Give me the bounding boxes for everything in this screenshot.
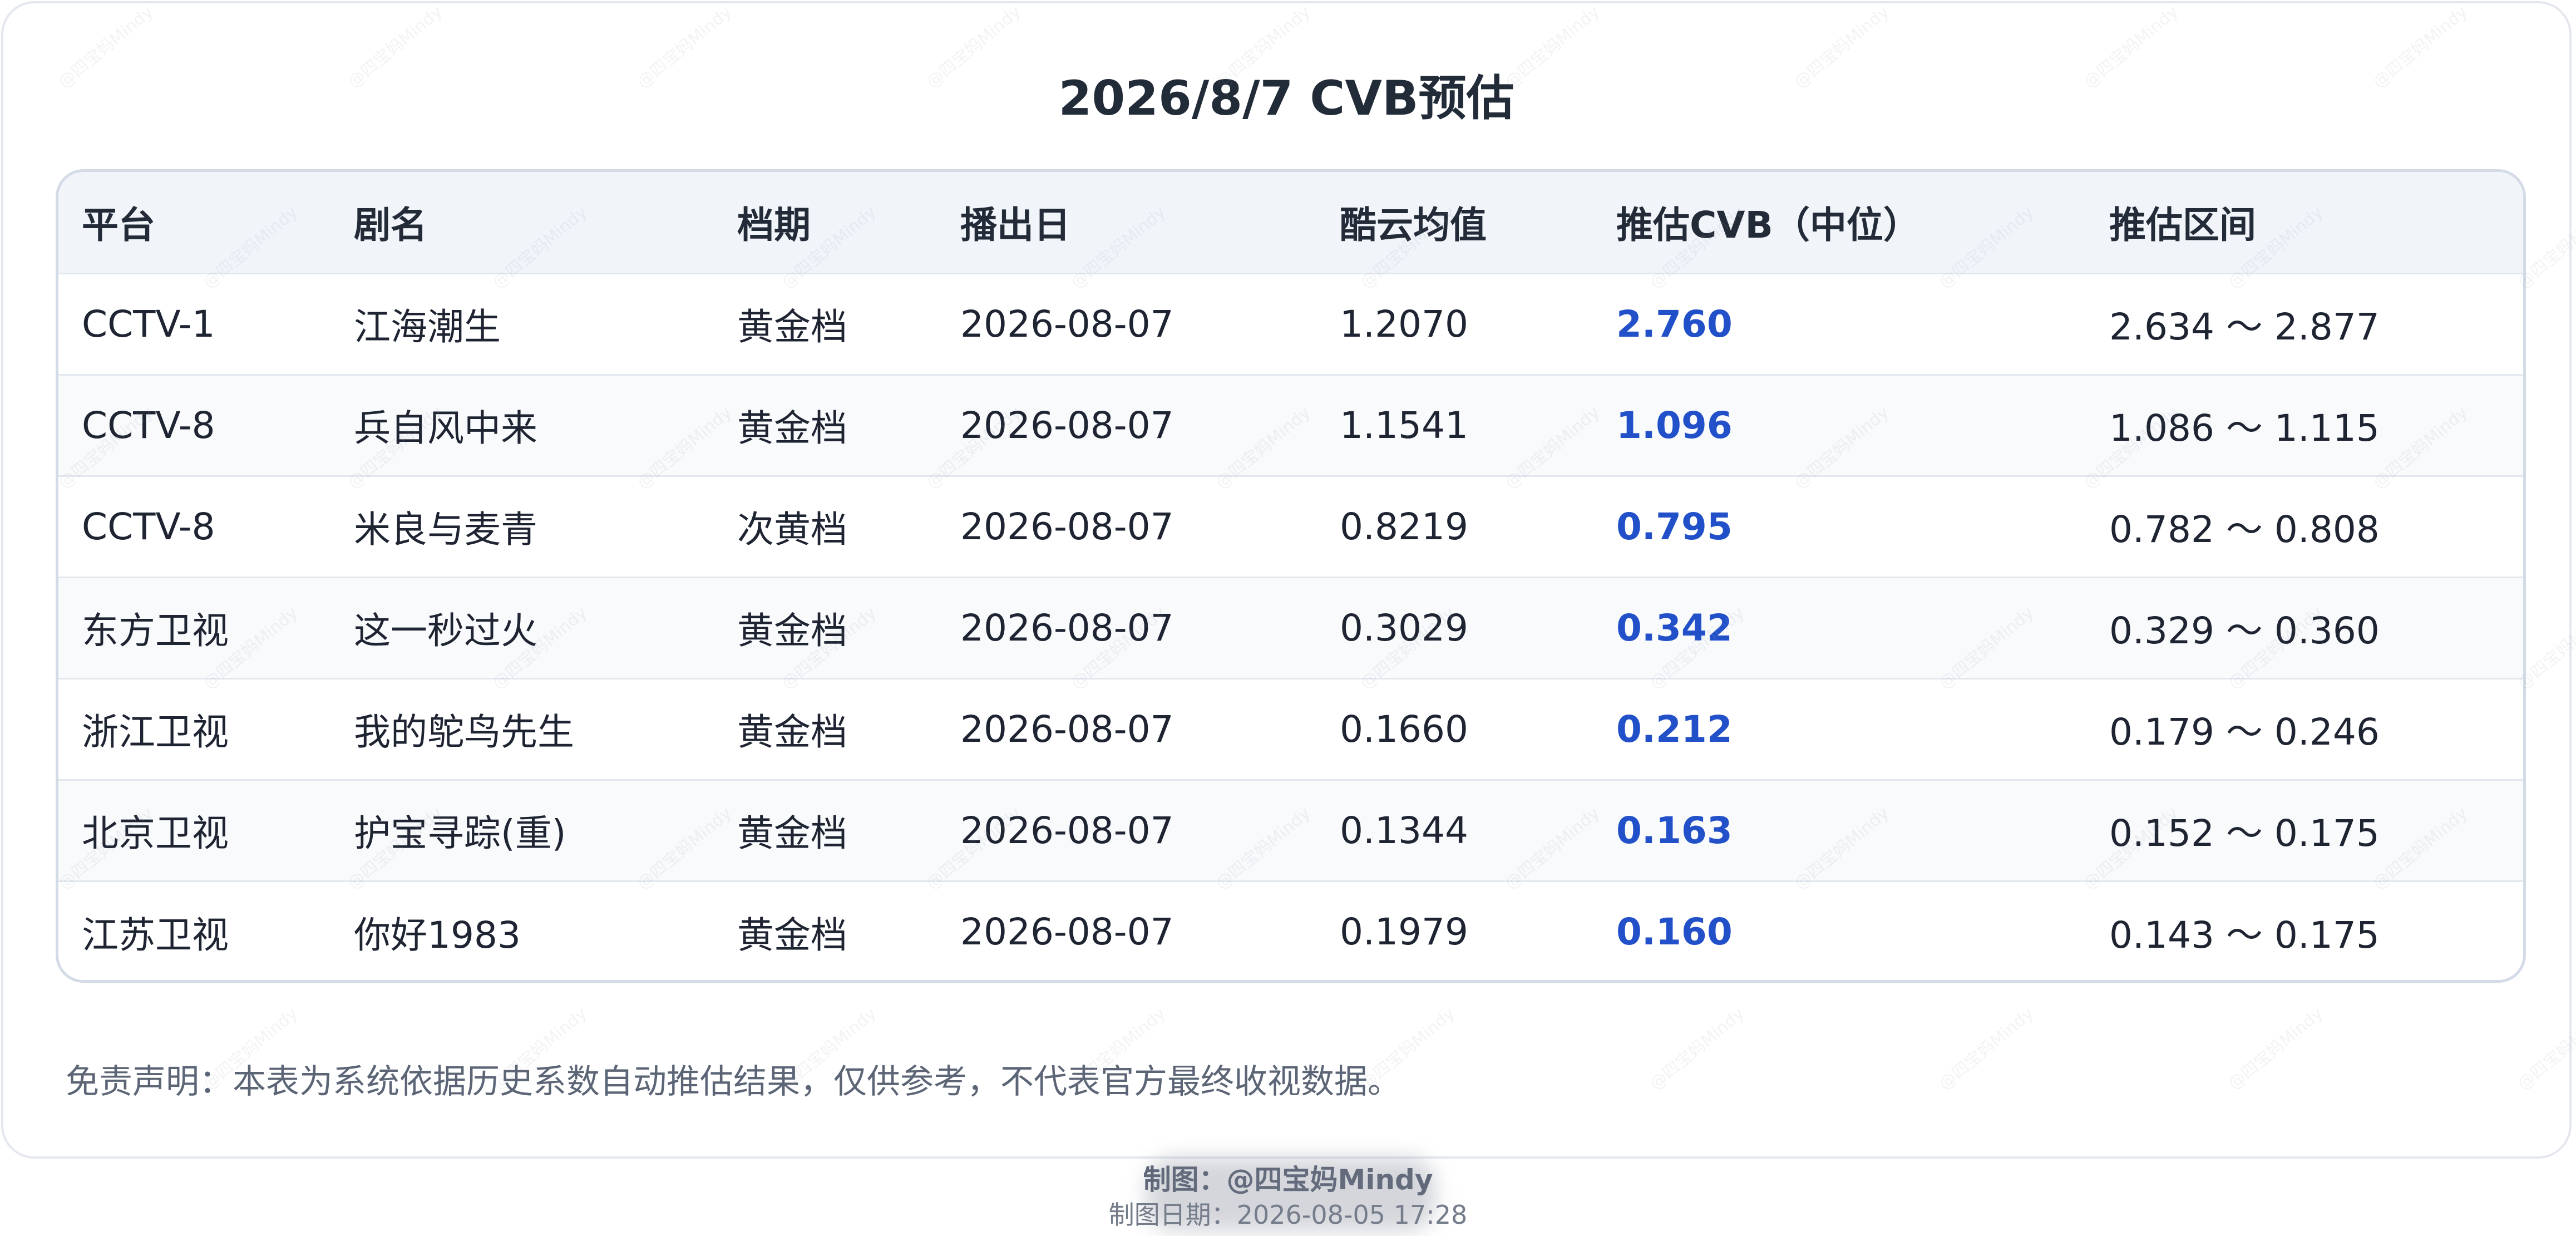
header-cvb-median: 推估CVB（中位）: [1593, 172, 2086, 274]
cell-platform: CCTV-8: [58, 476, 330, 578]
table-row: CCTV-1 江海潮生 黄金档 2026-08-07 1.2070 2.760 …: [58, 273, 2523, 376]
cell-platform: CCTV-8: [58, 375, 330, 477]
report-card: 2026/8/7 CVB预估 平台 剧名 档期 播出日 酷云均值 推估CVB（中…: [1, 1, 2572, 1159]
cell-drama: 护宝寻踪(重): [330, 780, 714, 882]
cell-slot: 黄金档: [714, 780, 937, 882]
cell-air-date: 2026-08-07: [937, 476, 1316, 578]
cell-air-date: 2026-08-07: [960, 910, 1174, 954]
cell-slot: 次黄档: [714, 476, 937, 578]
cell-slot: 黄金档: [714, 375, 937, 477]
header-kuyun-avg: 酷云均值: [1316, 172, 1593, 274]
cell-cvb-median: 0.342: [1593, 577, 2086, 679]
cell-drama: 你好1983: [354, 913, 521, 957]
table-row: 江苏卫视 你好1983 黄金档 2026-08-07 0.1979 0.160 …: [58, 881, 2523, 980]
cell-kuyun-avg: 0.1344: [1316, 780, 1593, 882]
cell-platform: 江苏卫视: [82, 913, 229, 957]
cell-platform: 浙江卫视: [58, 678, 330, 781]
cell-drama: 这一秒过火: [330, 577, 714, 679]
cell-drama: 我的鸵鸟先生: [330, 678, 714, 781]
cell-kuyun-avg: 1.2070: [1316, 273, 1593, 376]
cell-kuyun-avg: 1.1541: [1316, 375, 1593, 477]
cell-air-date: 2026-08-07: [937, 780, 1316, 882]
cell-range: 0.143 ～ 0.175: [2109, 913, 2380, 957]
cell-platform: 东方卫视: [58, 577, 330, 679]
cell-air-date: 2026-08-07: [937, 678, 1316, 781]
cell-air-date: 2026-08-07: [937, 273, 1316, 376]
cell-range: 1.086 ～ 1.115: [2086, 375, 2523, 477]
cell-cvb-median: 0.795: [1593, 476, 2086, 578]
header-slot: 档期: [714, 172, 937, 274]
table-header-row: 平台 剧名 档期 播出日 酷云均值 推估CVB（中位） 推估区间: [58, 172, 2523, 274]
cell-slot: 黄金档: [737, 913, 847, 957]
cell-kuyun-avg: 0.8219: [1316, 476, 1593, 578]
cell-slot: 黄金档: [714, 577, 937, 679]
page-title: 2026/8/7 CVB预估: [1058, 71, 1514, 126]
cvb-table: 平台 剧名 档期 播出日 酷云均值 推估CVB（中位） 推估区间 CCTV-1 …: [58, 172, 2523, 980]
header-platform: 平台: [58, 172, 330, 274]
table-row: CCTV-8 米良与麦青 次黄档 2026-08-07 0.8219 0.795…: [58, 476, 2523, 578]
cell-range: 0.152 ～ 0.175: [2086, 780, 2523, 882]
cell-range: 0.179 ～ 0.246: [2086, 678, 2523, 781]
cell-air-date: 2026-08-07: [937, 577, 1316, 679]
cell-drama: 江海潮生: [330, 273, 714, 376]
cell-range: 0.329 ～ 0.360: [2086, 577, 2523, 679]
cell-kuyun-avg: 0.3029: [1316, 577, 1593, 679]
table-row: 浙江卫视 我的鸵鸟先生 黄金档 2026-08-07 0.1660 0.212 …: [58, 678, 2523, 781]
redaction-blur: [1146, 1158, 1435, 1231]
header-drama: 剧名: [330, 172, 714, 274]
cell-cvb-median: 2.760: [1593, 273, 2086, 376]
header-air-date: 播出日: [937, 172, 1316, 274]
table-row: 东方卫视 这一秒过火 黄金档 2026-08-07 0.3029 0.342 0…: [58, 577, 2523, 679]
cell-air-date: 2026-08-07: [937, 375, 1316, 477]
cell-slot: 黄金档: [714, 273, 937, 376]
cell-cvb-median: 0.160: [1616, 910, 1733, 954]
cell-range: 0.782 ～ 0.808: [2086, 476, 2523, 578]
cell-drama: 米良与麦青: [330, 476, 714, 578]
cell-range: 2.634 ～ 2.877: [2086, 273, 2523, 376]
cell-drama: 兵自风中来: [330, 375, 714, 477]
cell-kuyun-avg: 0.1979: [1340, 910, 1468, 954]
table-row: CCTV-8 兵自风中来 黄金档 2026-08-07 1.1541 1.096…: [58, 375, 2523, 477]
cvb-table-container: 平台 剧名 档期 播出日 酷云均值 推估CVB（中位） 推估区间 CCTV-1 …: [56, 169, 2526, 983]
cell-slot: 黄金档: [714, 678, 937, 781]
cell-platform: CCTV-1: [58, 273, 330, 376]
disclaimer-text: 免责声明：本表为系统依据历史系数自动推估结果，仅供参考，不代表官方最终收视数据。: [66, 1062, 1401, 1101]
cell-platform: 北京卫视: [58, 780, 330, 882]
cell-cvb-median: 1.096: [1593, 375, 2086, 477]
table-row: 北京卫视 护宝寻踪(重) 黄金档 2026-08-07 0.1344 0.163…: [58, 780, 2523, 882]
cell-cvb-median: 0.163: [1593, 780, 2086, 882]
header-range: 推估区间: [2086, 172, 2523, 274]
cell-kuyun-avg: 0.1660: [1316, 678, 1593, 781]
cell-cvb-median: 0.212: [1593, 678, 2086, 781]
